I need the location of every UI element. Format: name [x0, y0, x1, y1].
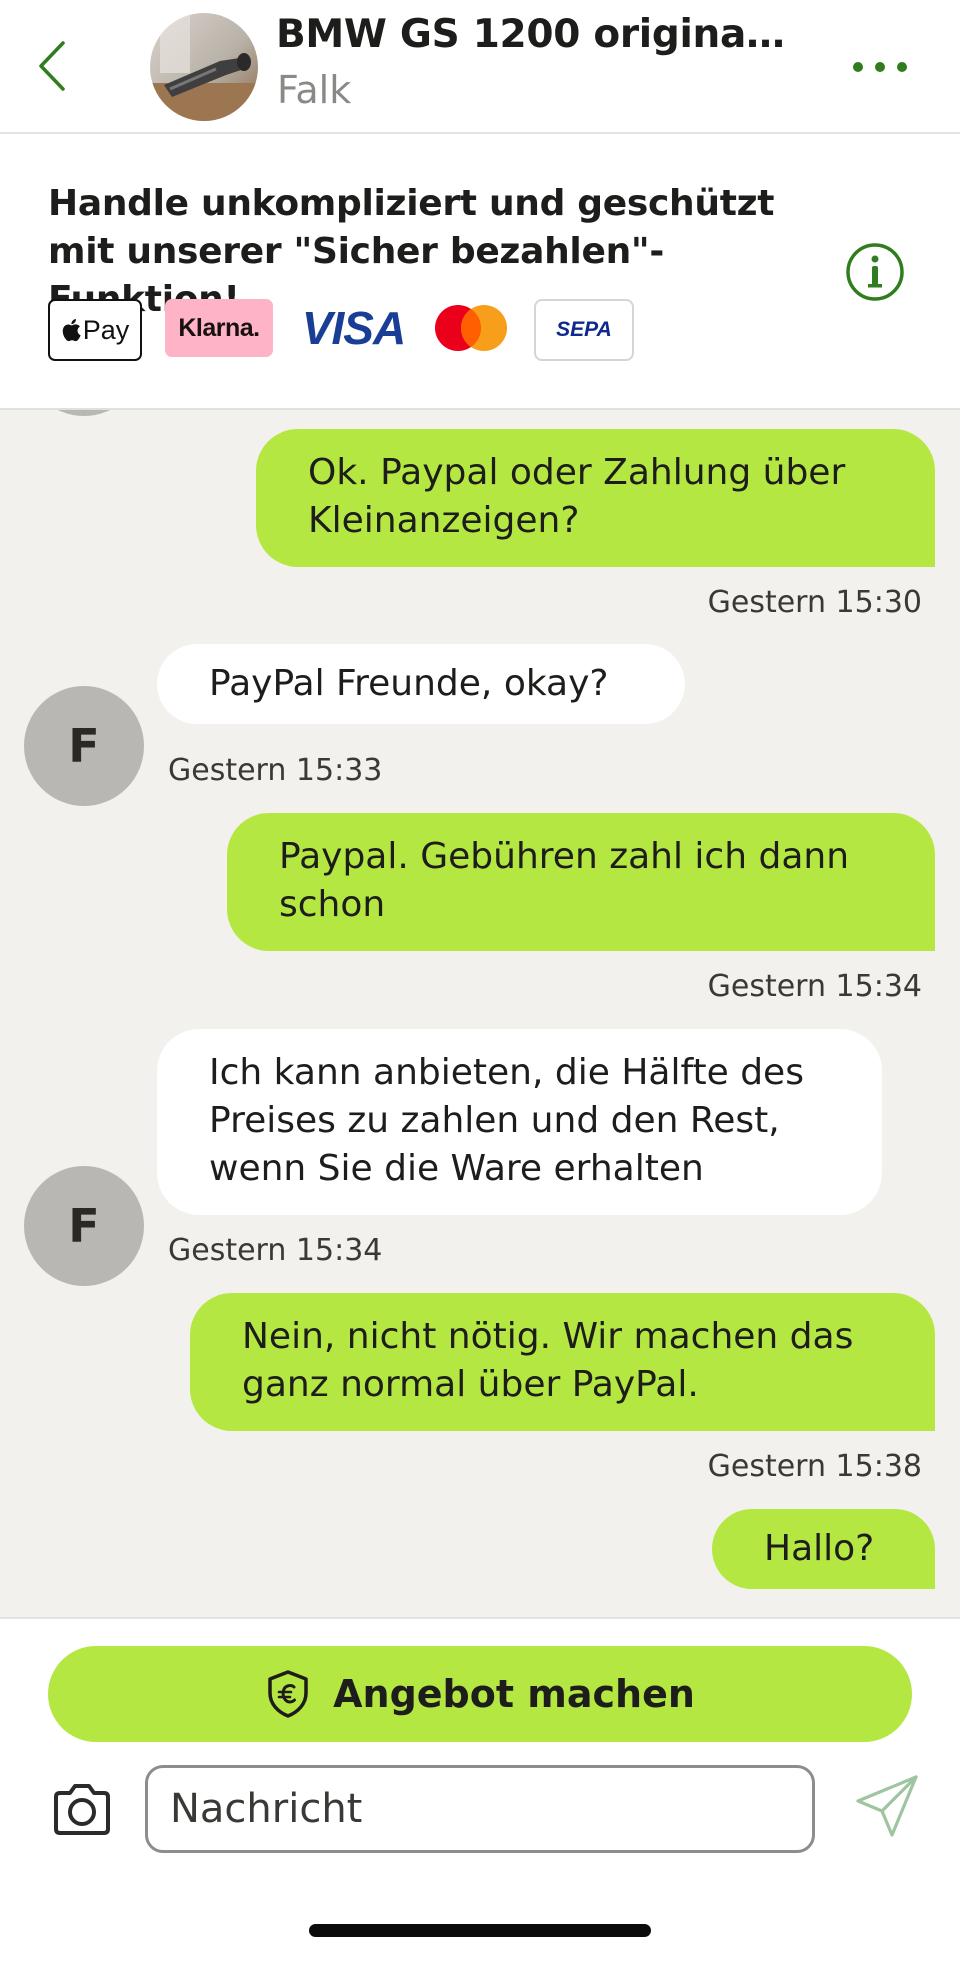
message-timestamp: Gestern 15:34	[707, 969, 922, 1004]
more-options-button[interactable]	[830, 42, 930, 92]
home-indicator	[309, 1924, 651, 1937]
message-timestamp: Gestern 15:30	[707, 585, 922, 620]
listing-title[interactable]: BMW GS 1200 original...	[276, 12, 786, 57]
message-bubble-outgoing[interactable]: Nein, nicht nötig. Wir machen das ganz n…	[190, 1293, 935, 1431]
avatar[interactable]: F	[24, 1166, 144, 1286]
mastercard-logo	[430, 299, 512, 357]
shield-euro-icon	[268, 1670, 308, 1718]
message-bubble-outgoing[interactable]: Ok. Paypal oder Zahlung über Kleinanzeig…	[256, 429, 935, 567]
seller-name: Falk	[277, 68, 352, 112]
message-timestamp: Gestern 15:38	[707, 1449, 922, 1484]
message-input[interactable]	[145, 1765, 815, 1853]
make-offer-button[interactable]: Angebot machen	[48, 1646, 912, 1742]
message-bubble-incoming[interactable]: PayPal Freunde, okay?	[157, 644, 685, 724]
chat-header: BMW GS 1200 original... Falk	[0, 0, 960, 134]
make-offer-label: Angebot machen	[333, 1672, 695, 1716]
apple-pay-logo: Pay	[48, 299, 142, 361]
chevron-left-icon	[39, 41, 65, 91]
apple-icon	[62, 319, 81, 342]
avatar	[24, 410, 144, 416]
send-icon	[856, 1775, 918, 1837]
info-icon[interactable]	[845, 242, 905, 302]
secure-payment-banner: Handle unkompliziert und geschützt mit u…	[0, 134, 960, 410]
camera-button[interactable]	[50, 1779, 114, 1839]
message-timestamp: Gestern 15:33	[168, 753, 383, 788]
more-dots-icon	[853, 62, 863, 72]
message-bubble-outgoing[interactable]: Hallo?	[712, 1509, 935, 1589]
avatar[interactable]: F	[24, 686, 144, 806]
send-button[interactable]	[852, 1771, 922, 1841]
back-button[interactable]	[28, 36, 76, 96]
composer-area: Angebot machen	[0, 1617, 960, 1964]
visa-logo: VISA	[301, 302, 406, 354]
camera-icon	[54, 1784, 110, 1835]
message-timestamp: Gestern 15:34	[168, 1233, 383, 1268]
sepa-logo: SEPA	[534, 299, 634, 361]
message-bubble-incoming[interactable]: Ich kann anbieten, die Hälfte des Preise…	[157, 1029, 882, 1215]
message-list[interactable]: Ok. Paypal oder Zahlung über Kleinanzeig…	[0, 410, 960, 1617]
listing-thumbnail[interactable]	[150, 13, 258, 121]
message-bubble-outgoing[interactable]: Paypal. Gebühren zahl ich dann schon	[227, 813, 935, 951]
klarna-logo: Klarna.	[165, 299, 273, 357]
